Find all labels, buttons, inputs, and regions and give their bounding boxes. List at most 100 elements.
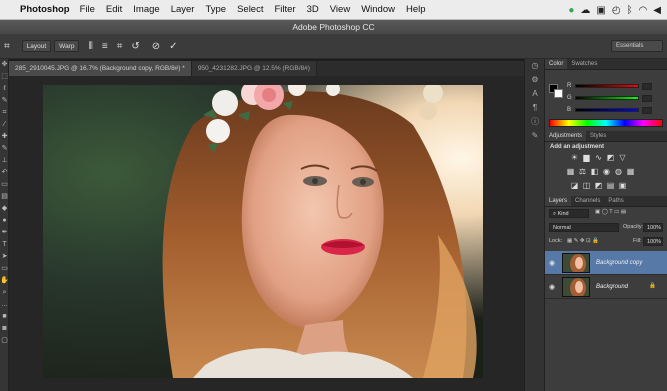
- color-balance-icon[interactable]: ⚖: [578, 167, 587, 176]
- wifi-icon[interactable]: ◠: [639, 5, 648, 16]
- layer-row-background[interactable]: ◉ Background 🔒: [545, 275, 667, 299]
- menu-layer[interactable]: Layer: [171, 4, 195, 15]
- menu-edit[interactable]: Edit: [106, 4, 122, 15]
- tab-styles[interactable]: Styles: [586, 131, 610, 141]
- lasso-tool-icon[interactable]: ℓ: [0, 83, 9, 95]
- g-bar[interactable]: [575, 96, 639, 100]
- g-value-field[interactable]: [642, 94, 652, 102]
- align-columns-icon[interactable]: ⦀: [88, 41, 92, 52]
- b-value-field[interactable]: [642, 106, 652, 114]
- exposure-icon[interactable]: ◩: [606, 153, 615, 162]
- shape-tool-icon[interactable]: ▭: [0, 263, 9, 275]
- vibrance-icon[interactable]: ▽: [618, 153, 627, 162]
- rotate-icon[interactable]: ↺: [131, 41, 139, 52]
- menu-help[interactable]: Help: [406, 4, 426, 15]
- photo-filter-icon[interactable]: ◉: [602, 167, 611, 176]
- tool-preset-icon[interactable]: ⌗: [4, 41, 10, 52]
- history-brush-tool-icon[interactable]: ↶: [0, 167, 9, 179]
- marquee-tool-icon[interactable]: ⬚: [0, 71, 9, 83]
- dodge-tool-icon[interactable]: ●: [0, 215, 9, 227]
- brush-panel-icon[interactable]: ✎: [525, 129, 545, 143]
- info-panel-icon[interactable]: ⓘ: [525, 115, 545, 129]
- bluetooth-icon[interactable]: ᛒ: [627, 5, 633, 16]
- healing-tool-icon[interactable]: ✚: [0, 131, 9, 143]
- layer-filter-icons[interactable]: ▣ ◯ T ▭ ▤: [595, 209, 626, 215]
- menu-filter[interactable]: Filter: [274, 4, 295, 15]
- cancel-icon[interactable]: ⊘: [152, 41, 160, 52]
- r-value-field[interactable]: [642, 82, 652, 90]
- commit-icon[interactable]: ✓: [169, 41, 177, 52]
- black-white-icon[interactable]: ◧: [590, 167, 599, 176]
- color-slider-g[interactable]: G: [567, 93, 652, 103]
- app-menu[interactable]: Photoshop: [20, 4, 70, 15]
- screen-icon[interactable]: ▣: [596, 5, 605, 16]
- character-panel-icon[interactable]: A: [525, 87, 545, 101]
- posterize-icon[interactable]: ◫: [582, 181, 591, 190]
- menu-3d[interactable]: 3D: [307, 4, 319, 15]
- opacity-field[interactable]: 100%: [643, 223, 663, 232]
- blur-tool-icon[interactable]: ◆: [0, 203, 9, 215]
- background-swatch[interactable]: [554, 89, 563, 98]
- canvas-photo[interactable]: [43, 85, 483, 378]
- fill-field[interactable]: 100%: [643, 237, 663, 246]
- crop-tool-icon[interactable]: ⌗: [0, 107, 9, 119]
- align-rows-icon[interactable]: ≡: [102, 41, 108, 52]
- stamp-tool-icon[interactable]: ⊥: [0, 155, 9, 167]
- menu-image[interactable]: Image: [133, 4, 159, 15]
- gradient-map-icon[interactable]: ▤: [606, 181, 615, 190]
- channel-mixer-icon[interactable]: ◍: [614, 167, 623, 176]
- layer-row-background-copy[interactable]: ◉ Background copy: [545, 251, 667, 275]
- tab-document-2[interactable]: 950_4231282.JPG @ 12.5% (RGB/8#): [191, 61, 317, 76]
- quick-mask-icon[interactable]: ◙: [0, 323, 9, 335]
- selective-color-icon[interactable]: ▣: [618, 181, 627, 190]
- b-bar[interactable]: [575, 108, 639, 112]
- screen-mode-icon[interactable]: ▢: [0, 335, 9, 347]
- tab-adjustments[interactable]: Adjustments: [545, 131, 587, 141]
- threshold-icon[interactable]: ◩: [594, 181, 603, 190]
- evernote-icon[interactable]: ●: [568, 5, 574, 16]
- hue-saturation-icon[interactable]: ▦: [566, 167, 575, 176]
- cloud-icon[interactable]: ☁: [580, 5, 590, 16]
- warp-button[interactable]: Warp: [54, 40, 80, 52]
- tab-layers[interactable]: Layers: [545, 196, 572, 206]
- history-panel-icon[interactable]: ◷: [525, 59, 545, 73]
- quick-select-tool-icon[interactable]: ✎: [0, 95, 9, 107]
- color-slider-b[interactable]: B: [567, 105, 652, 115]
- menu-window[interactable]: Window: [361, 4, 395, 15]
- zoom-tool-icon[interactable]: ⌕: [0, 287, 9, 299]
- grid-icon[interactable]: ⌗: [117, 41, 123, 52]
- volume-icon[interactable]: ◀: [653, 5, 661, 16]
- properties-panel-icon[interactable]: ⚙: [525, 73, 545, 87]
- r-bar[interactable]: [575, 84, 639, 88]
- color-spectrum-bar[interactable]: [549, 119, 663, 127]
- workspace-select[interactable]: Essentials: [611, 40, 663, 52]
- type-tool-icon[interactable]: T: [0, 239, 9, 251]
- color-lookup-icon[interactable]: ▦: [626, 167, 635, 176]
- tab-paths[interactable]: Paths: [604, 196, 627, 206]
- menu-select[interactable]: Select: [237, 4, 263, 15]
- color-slider-r[interactable]: R: [567, 81, 652, 91]
- tab-color[interactable]: Color: [545, 59, 568, 69]
- menu-type[interactable]: Type: [205, 4, 226, 15]
- visibility-eye-icon[interactable]: ◉: [545, 283, 559, 291]
- levels-icon[interactable]: ▆: [582, 153, 591, 162]
- blend-mode-select[interactable]: Normal: [549, 223, 619, 232]
- paragraph-panel-icon[interactable]: ¶: [525, 101, 545, 115]
- hand-tool-icon[interactable]: ✋: [0, 275, 9, 287]
- brush-tool-icon[interactable]: ✎: [0, 143, 9, 155]
- layout-button[interactable]: Layout: [21, 40, 52, 52]
- menu-file[interactable]: File: [80, 4, 95, 15]
- eyedropper-tool-icon[interactable]: ⁄: [0, 119, 9, 131]
- path-select-tool-icon[interactable]: ➤: [0, 251, 9, 263]
- tab-swatches[interactable]: Swatches: [567, 59, 601, 69]
- layer-filter-kind[interactable]: ⌕ Kind: [549, 209, 589, 218]
- move-tool-icon[interactable]: ✥: [0, 59, 9, 71]
- pen-tool-icon[interactable]: ✒: [0, 227, 9, 239]
- menu-view[interactable]: View: [330, 4, 350, 15]
- eraser-tool-icon[interactable]: ▭: [0, 179, 9, 191]
- visibility-eye-icon[interactable]: ◉: [545, 259, 559, 267]
- more-tools-icon[interactable]: …: [0, 299, 9, 311]
- lock-icons[interactable]: ▦ ✎ ✥ ⊡ 🔒: [567, 238, 599, 244]
- brightness-icon[interactable]: ☀: [570, 153, 579, 162]
- invert-icon[interactable]: ◪: [570, 181, 579, 190]
